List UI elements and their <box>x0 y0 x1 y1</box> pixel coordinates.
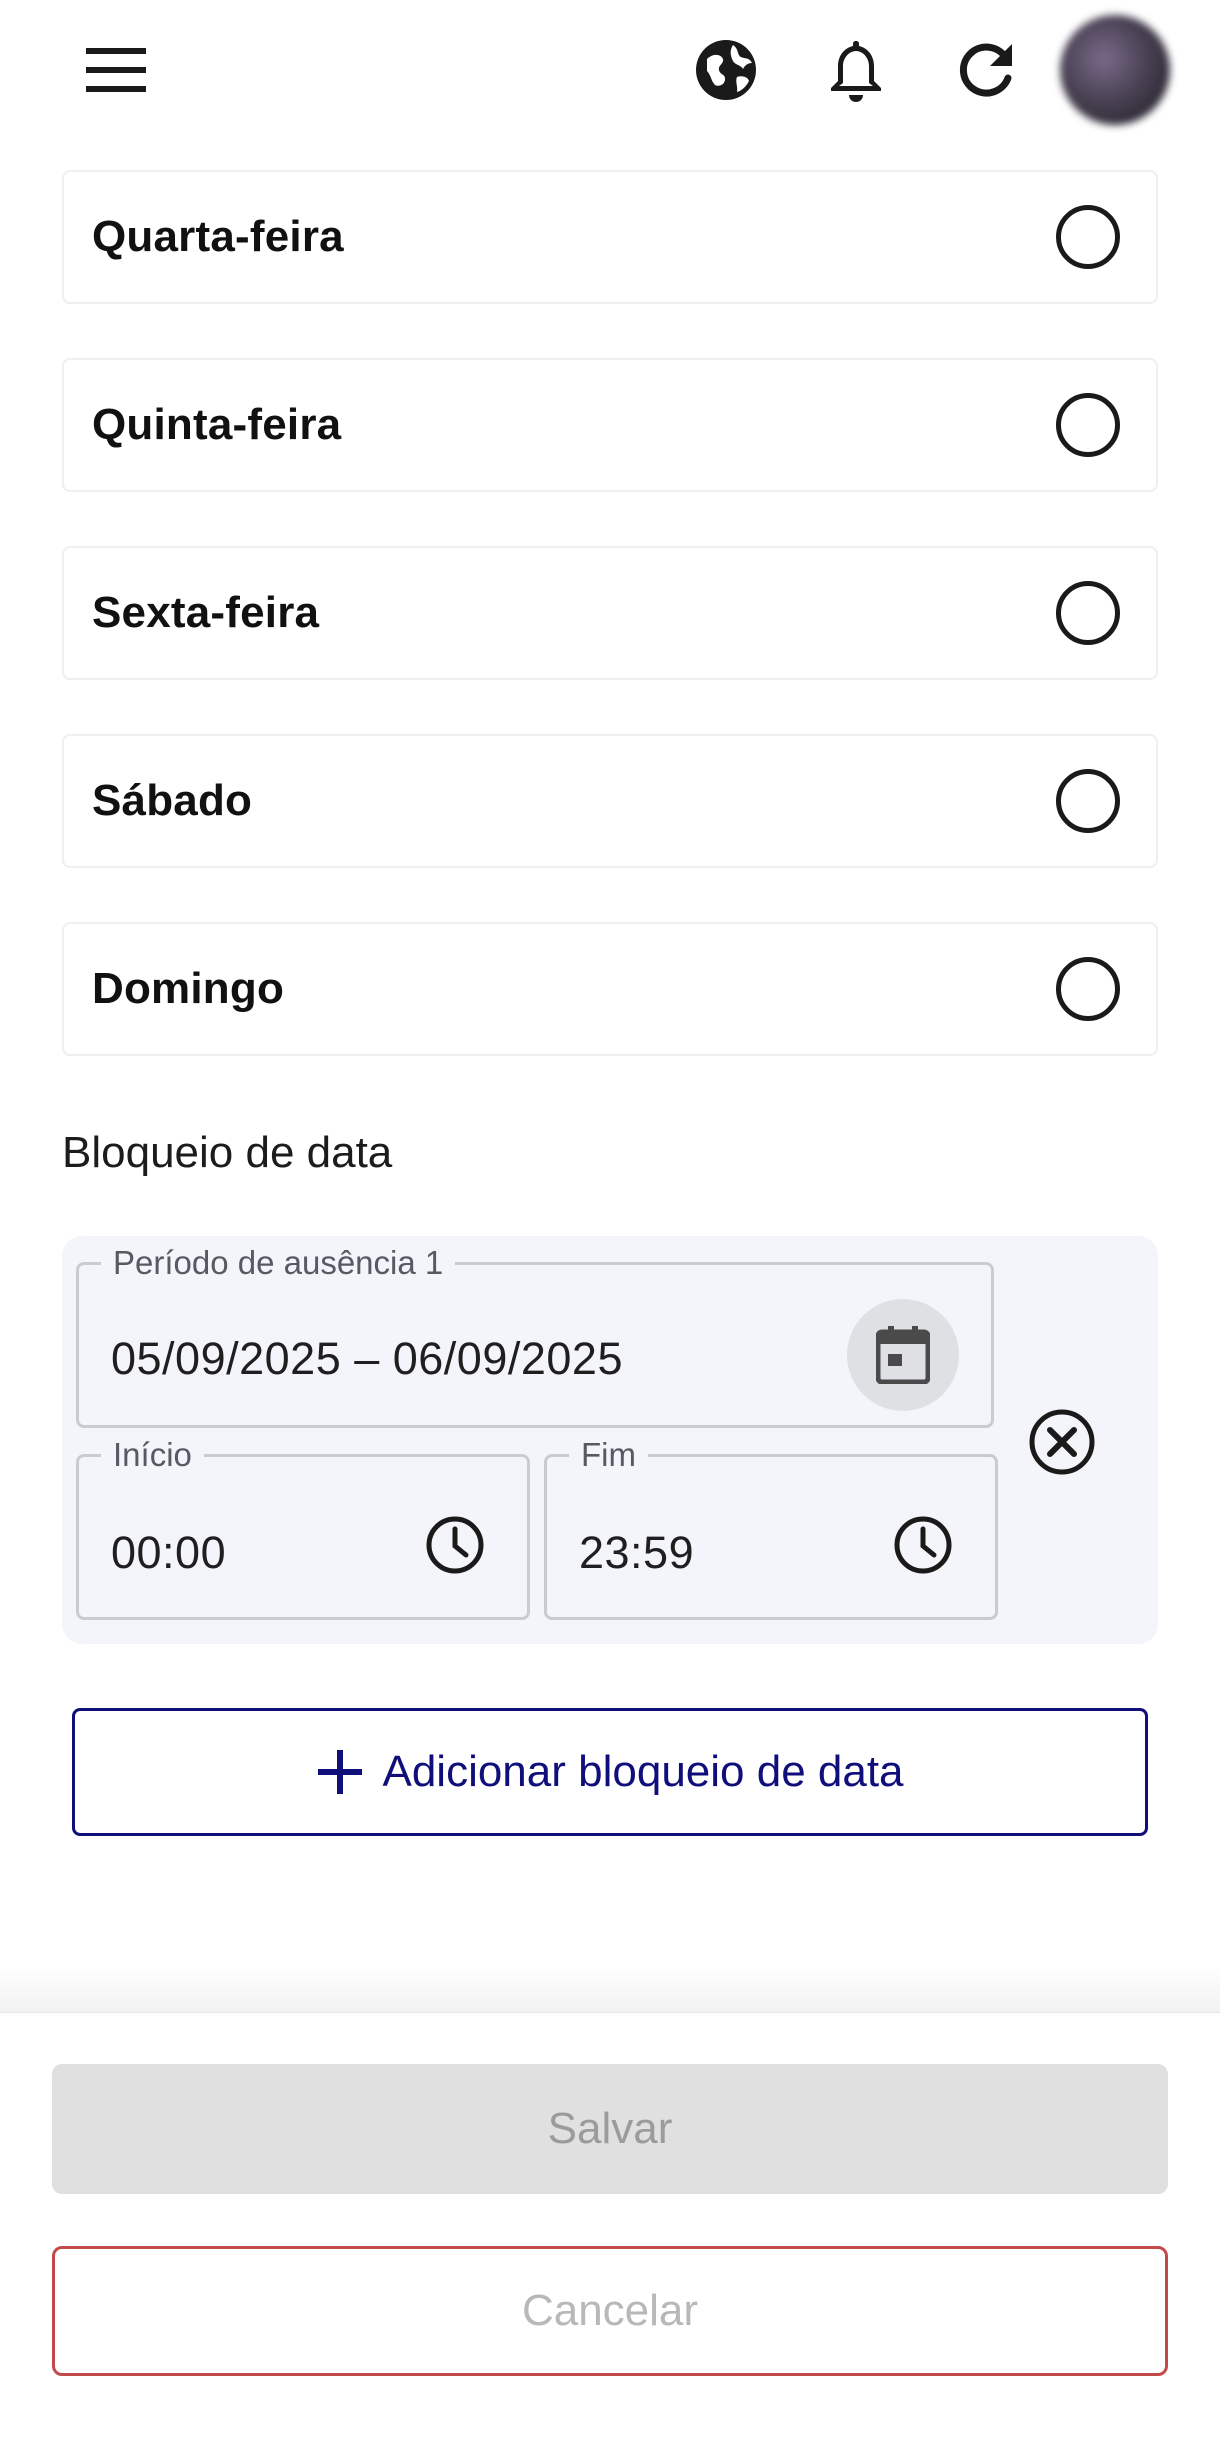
bottom-divider-shadow <box>0 1966 1220 2012</box>
top-bar <box>0 0 1220 140</box>
end-time-value: 23:59 <box>579 1527 695 1578</box>
clock-icon <box>894 1516 952 1574</box>
menu-button[interactable] <box>76 30 156 110</box>
day-row-quarta[interactable]: Quarta-feira <box>62 170 1158 304</box>
day-label: Quinta-feira <box>92 400 342 449</box>
radio-button[interactable] <box>1056 393 1120 457</box>
end-time-label: Fim <box>569 1435 648 1475</box>
bell-icon <box>831 41 881 102</box>
day-row-sexta[interactable]: Sexta-feira <box>62 546 1158 680</box>
remove-block-button[interactable] <box>1026 1406 1098 1478</box>
add-date-block-button[interactable]: Adicionar bloqueio de data <box>72 1708 1148 1836</box>
day-row-quinta[interactable]: Quinta-feira <box>62 358 1158 492</box>
plus-icon <box>318 1750 363 1794</box>
start-time-value: 00:00 <box>111 1527 227 1578</box>
day-label: Sexta-feira <box>92 588 320 637</box>
refresh-icon <box>959 43 1012 97</box>
radio-button[interactable] <box>1056 957 1120 1021</box>
start-time-label: Início <box>101 1435 204 1475</box>
language-button[interactable] <box>686 30 766 110</box>
save-button[interactable]: Salvar <box>52 2064 1168 2194</box>
day-label: Domingo <box>92 964 285 1013</box>
section-title: Bloqueio de data <box>62 1128 393 1177</box>
start-clock-button[interactable] <box>423 1513 487 1577</box>
radio-button[interactable] <box>1056 581 1120 645</box>
calendar-icon <box>876 1326 930 1384</box>
day-row-sabado[interactable]: Sábado <box>62 734 1158 868</box>
close-circle-icon <box>1029 1409 1095 1475</box>
notifications-button[interactable] <box>816 30 896 110</box>
day-row-domingo[interactable]: Domingo <box>62 922 1158 1056</box>
avatar[interactable] <box>1060 15 1170 125</box>
day-label: Quarta-feira <box>92 212 344 261</box>
period-field-value: 05/09/2025 – 06/09/2025 <box>111 1333 623 1384</box>
period-field-label: Período de ausência 1 <box>101 1243 456 1283</box>
radio-button[interactable] <box>1056 769 1120 833</box>
refresh-button[interactable] <box>946 30 1026 110</box>
menu-icon <box>86 48 146 92</box>
day-label: Sábado <box>92 776 253 825</box>
clock-icon <box>426 1516 484 1574</box>
end-time-field[interactable]: Fim 23:59 <box>544 1435 998 1620</box>
start-time-field[interactable]: Início 00:00 <box>76 1435 530 1620</box>
add-date-block-label: Adicionar bloqueio de data <box>382 1747 904 1796</box>
radio-button[interactable] <box>1056 205 1120 269</box>
globe-icon <box>696 40 756 100</box>
end-clock-button[interactable] <box>891 1513 955 1577</box>
date-block-panel: Período de ausência 1 05/09/2025 – 06/09… <box>62 1236 1158 1644</box>
period-field[interactable]: Período de ausência 1 05/09/2025 – 06/09… <box>76 1243 994 1428</box>
cancel-button[interactable]: Cancelar <box>52 2246 1168 2376</box>
calendar-button[interactable] <box>847 1299 959 1411</box>
